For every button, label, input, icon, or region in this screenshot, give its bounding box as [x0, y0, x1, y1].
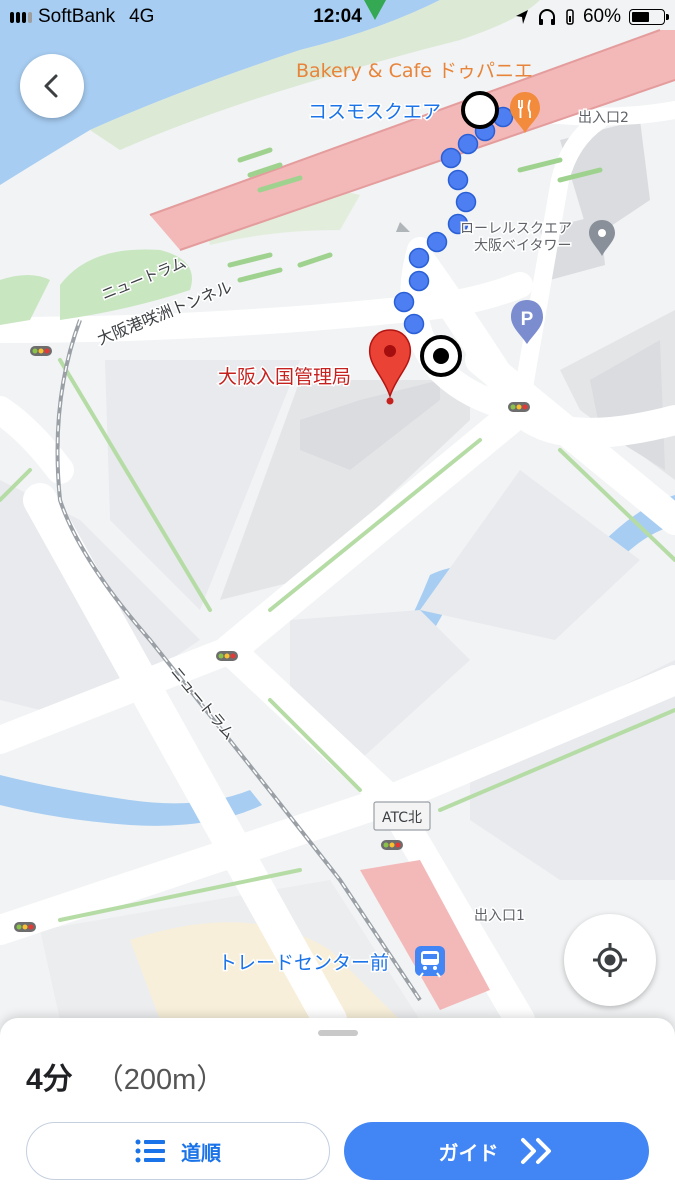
- chevron-left-icon: [44, 74, 58, 98]
- exit-label-1: 出入口1: [474, 908, 525, 924]
- cafe-label: Bakery & Cafe ドゥパニエ: [296, 60, 533, 82]
- back-button[interactable]: [20, 54, 84, 118]
- train-station-icon[interactable]: [415, 946, 445, 978]
- double-chevron-right-icon: [520, 1138, 551, 1164]
- location-arrow-icon: [515, 10, 528, 24]
- battery-icon: [629, 9, 669, 25]
- directions-sheet[interactable]: 4分 （200m） 道順 ガイド: [0, 1018, 675, 1200]
- headphones-icon: [538, 9, 555, 25]
- alarm-icon: [566, 9, 574, 25]
- status-bar: SoftBank 4G 12:04 60%: [0, 0, 675, 36]
- trip-summary: 4分 （200m）: [26, 1054, 225, 1098]
- place-label-laurel-square: ローレルスクエア: [460, 221, 572, 237]
- place-label-osaka-bay-tower: 大阪ベイタワー: [474, 238, 571, 254]
- origin-marker: [461, 91, 499, 129]
- exit-label-2: 出入口2: [578, 110, 629, 126]
- station-label-cosmo-square: コスモスクエア: [308, 101, 441, 123]
- guide-button[interactable]: ガイド: [344, 1122, 649, 1180]
- destination-label: 大阪入国管理局: [218, 366, 351, 388]
- sheet-handle[interactable]: [318, 1030, 358, 1036]
- parking-label: P: [521, 309, 534, 330]
- battery-percent: 60%: [582, 6, 621, 27]
- steps-button-label: 道順: [181, 1140, 221, 1165]
- guide-button-label: ガイド: [438, 1140, 499, 1165]
- my-location-button[interactable]: [564, 914, 656, 1006]
- steps-button[interactable]: 道順: [26, 1122, 330, 1180]
- crosshair-icon: [593, 943, 627, 977]
- road-sign-atc-kita: ATC北: [382, 810, 422, 826]
- trip-duration: 4分: [26, 1063, 73, 1096]
- target-icon: [420, 335, 462, 377]
- list-icon: [135, 1139, 165, 1163]
- station-label-trade-center: トレードセンター前: [218, 952, 389, 974]
- trip-distance: （200m）: [94, 1064, 226, 1096]
